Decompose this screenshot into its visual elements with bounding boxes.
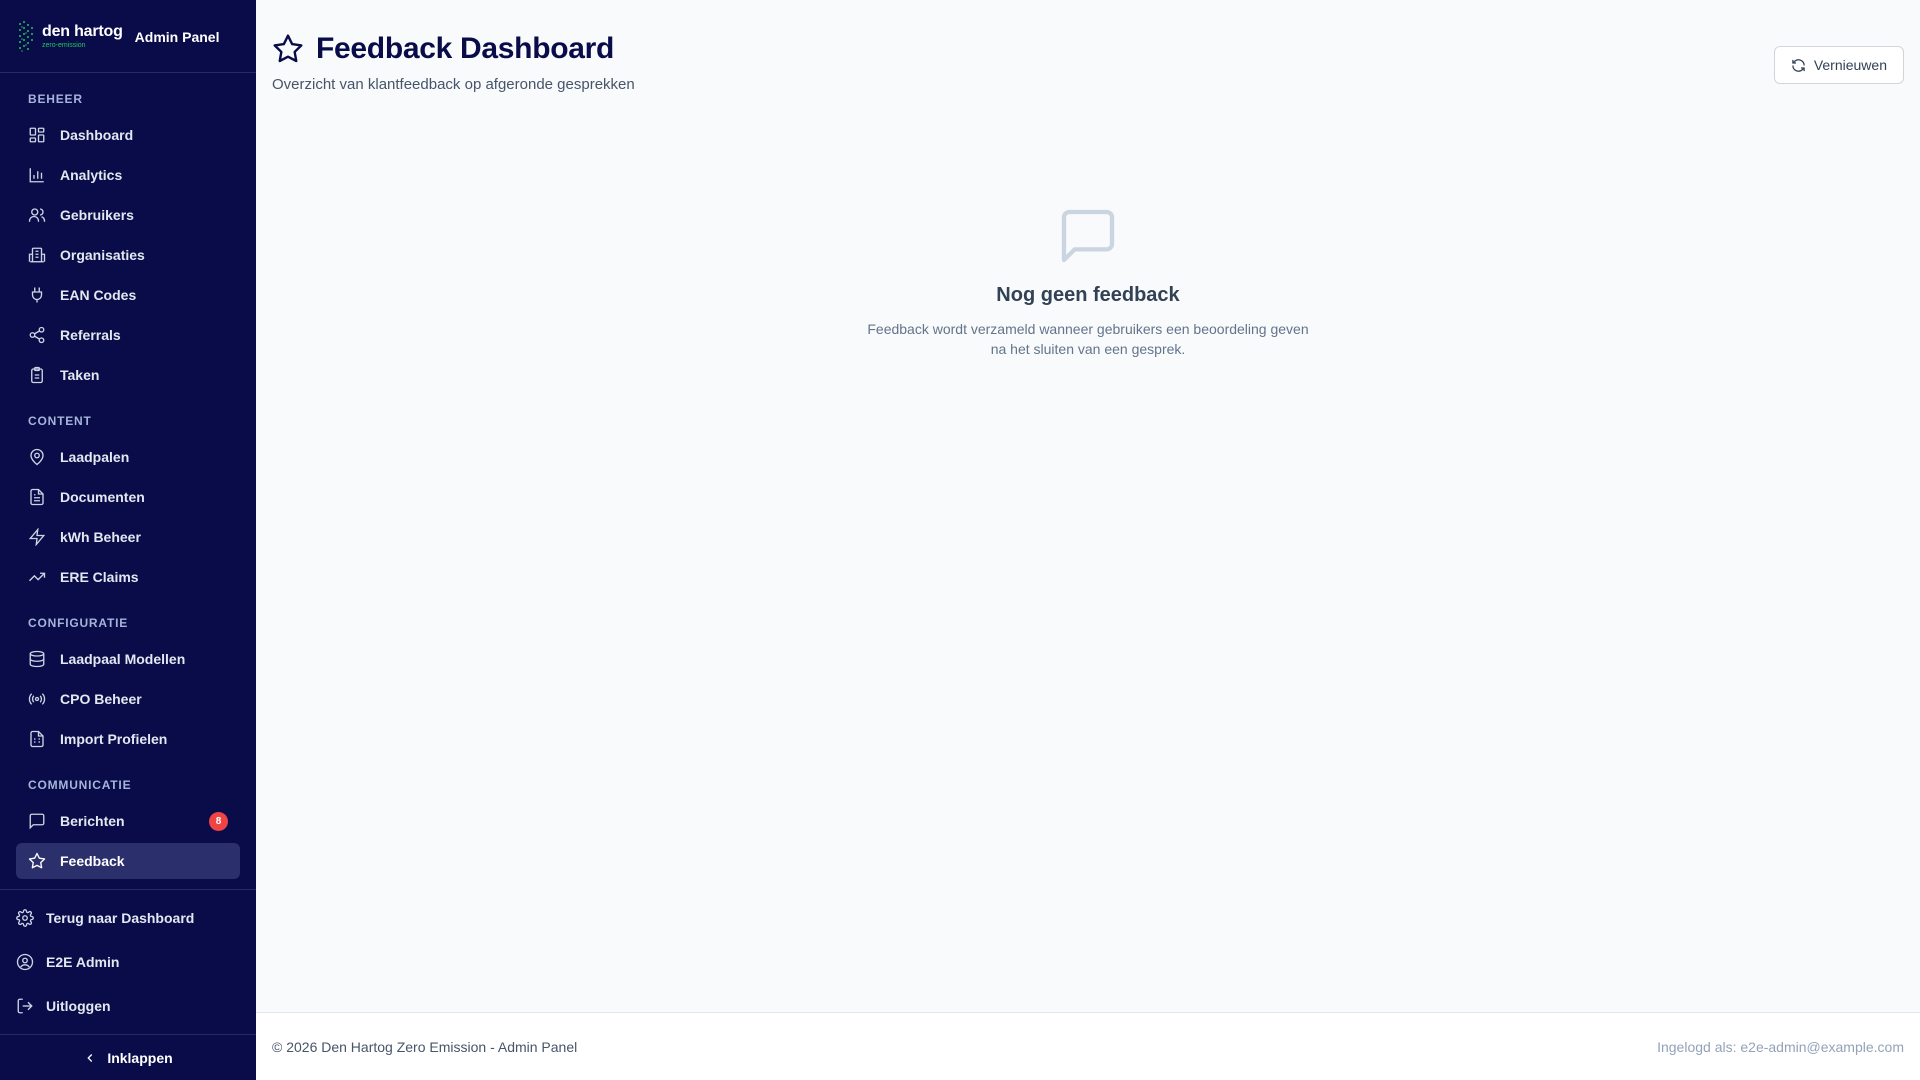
sidebar-item-label: Referrals xyxy=(60,327,121,343)
sidebar-item-ean-codes[interactable]: EAN Codes xyxy=(16,277,240,313)
users-icon xyxy=(28,208,46,222)
bar-chart-icon xyxy=(29,168,44,183)
collapse-label: Inklappen xyxy=(107,1049,173,1066)
refresh-button[interactable]: Vernieuwen xyxy=(1773,46,1904,84)
radio-icon xyxy=(28,693,46,705)
logged-in-text: Ingelogd als: e2e-admin@example.com xyxy=(1657,1038,1904,1055)
plug-icon xyxy=(31,287,43,303)
star-icon xyxy=(28,852,46,869)
nav-section-communicatie: COMMUNICATIE Berichten 8 Feedback xyxy=(16,775,240,879)
logout-icon xyxy=(17,998,33,1014)
sidebar-item-taken[interactable]: Taken xyxy=(16,357,240,393)
share-icon xyxy=(29,326,45,344)
clipboard-icon xyxy=(31,366,43,384)
sidebar-item-label: Gebruikers xyxy=(60,207,134,223)
sidebar-item-label: Laadpaal Modellen xyxy=(60,651,186,667)
chevron-left-icon xyxy=(87,1053,93,1062)
lightning-icon xyxy=(28,528,46,546)
sidebar-item-label: Taken xyxy=(60,367,100,383)
copyright-text: © 2026 Den Hartog Zero Emission - Admin … xyxy=(272,1038,578,1055)
user-name-label: E2E Admin xyxy=(46,954,120,970)
sidebar-item-organisaties[interactable]: Organisaties xyxy=(16,237,240,273)
sidebar-item-laadpalen[interactable]: Laadpalen xyxy=(16,439,240,475)
sidebar-item-cpo-beheer[interactable]: CPO Beheer xyxy=(16,681,240,717)
sidebar-footer: Terug naar Dashboard E2E Admin Uitloggen… xyxy=(0,889,256,1080)
sidebar-item-import-profielen[interactable]: Import Profielen xyxy=(16,721,240,757)
map-pin-icon xyxy=(30,448,44,466)
page-title: Feedback Dashboard xyxy=(316,32,615,65)
back-to-dashboard-label: Terug naar Dashboard xyxy=(46,910,195,926)
sidebar-item-referrals[interactable]: Referrals xyxy=(16,317,240,353)
building-icon xyxy=(28,247,46,263)
panel-title: Admin Panel xyxy=(134,29,220,45)
dashboard-grid-icon xyxy=(29,127,45,143)
nav-section-title: COMMUNICATIE xyxy=(28,778,132,792)
sidebar-item-label: Import Profielen xyxy=(60,731,168,747)
sidebar-item-label: Organisaties xyxy=(60,247,145,263)
logout-button[interactable]: Uitloggen xyxy=(0,984,256,1028)
logout-label: Uitloggen xyxy=(46,998,111,1014)
page-header: Feedback Dashboard Overzicht van klantfe… xyxy=(272,32,635,93)
sidebar-nav: BEHEER Dashboard Analytics Gebruikers Or… xyxy=(0,73,256,889)
refresh-icon xyxy=(1792,58,1805,72)
sidebar-item-label: EAN Codes xyxy=(60,287,137,303)
nav-section-configuratie: CONFIGURATIE Laadpaal Modellen CPO Behee… xyxy=(16,613,240,757)
logo-name: den hartog xyxy=(42,22,123,40)
sidebar-item-dashboard[interactable]: Dashboard xyxy=(16,117,240,153)
nav-section-title: BEHEER xyxy=(28,92,83,106)
star-icon xyxy=(273,34,303,63)
user-circle-icon xyxy=(16,953,34,971)
document-icon xyxy=(30,488,44,506)
logo[interactable]: den hartog zero-emission xyxy=(16,16,123,56)
empty-state-title: Nog geen feedback xyxy=(996,284,1180,306)
sidebar-item-label: Feedback xyxy=(60,853,125,869)
logo-mark-icon xyxy=(19,21,33,52)
page-footer: © 2026 Den Hartog Zero Emission - Admin … xyxy=(256,1012,1920,1080)
sidebar-item-label: CPO Beheer xyxy=(60,691,142,707)
brand-header: den hartog zero-emission Admin Panel xyxy=(0,0,256,73)
spreadsheet-icon xyxy=(30,730,44,748)
sidebar-item-gebruikers[interactable]: Gebruikers xyxy=(16,197,240,233)
message-icon xyxy=(29,813,45,830)
message-square-icon xyxy=(1061,209,1115,263)
sidebar-item-documenten[interactable]: Documenten xyxy=(16,479,240,515)
gear-icon xyxy=(16,909,34,927)
sidebar-item-label: Laadpalen xyxy=(60,449,130,465)
sidebar-item-ere-claims[interactable]: ERE Claims xyxy=(16,559,240,595)
sidebar-item-label: Analytics xyxy=(60,167,123,183)
collapse-sidebar-button[interactable]: Inklappen xyxy=(0,1034,256,1080)
sidebar-item-kwh-beheer[interactable]: kWh Beheer xyxy=(16,519,240,555)
sidebar-item-label: kWh Beheer xyxy=(60,529,141,545)
back-to-dashboard-link[interactable]: Terug naar Dashboard xyxy=(0,896,256,940)
nav-section-title: CONFIGURATIE xyxy=(28,616,129,630)
sidebar-item-feedback[interactable]: Feedback xyxy=(16,843,240,879)
nav-section-title: CONTENT xyxy=(28,414,92,428)
sidebar-item-berichten[interactable]: Berichten 8 xyxy=(16,803,240,839)
sidebar-item-laadpaal-modellen[interactable]: Laadpaal Modellen xyxy=(16,641,240,677)
sidebar-item-label: Documenten xyxy=(60,489,145,505)
empty-state-description: Feedback wordt verzameld wanneer gebruik… xyxy=(867,321,1309,357)
trending-up-icon xyxy=(29,572,46,582)
nav-section-beheer: BEHEER Dashboard Analytics Gebruikers Or… xyxy=(16,89,240,393)
page-subtitle: Overzicht van klantfeedback op afgeronde… xyxy=(272,76,635,93)
database-icon xyxy=(29,650,45,668)
refresh-label: Vernieuwen xyxy=(1813,57,1887,73)
sidebar-item-label: Berichten xyxy=(60,813,125,829)
main-content: Feedback Dashboard Overzicht van klantfe… xyxy=(256,0,1920,1080)
sidebar-item-label: Dashboard xyxy=(60,127,134,143)
sidebar-item-label: ERE Claims xyxy=(60,569,139,585)
empty-state: Nog geen feedback Feedback wordt verzame… xyxy=(256,204,1920,359)
logo-tagline: zero-emission xyxy=(42,41,86,49)
sidebar-item-analytics[interactable]: Analytics xyxy=(16,157,240,193)
user-profile-link[interactable]: E2E Admin xyxy=(0,940,256,984)
nav-section-content: CONTENT Laadpalen Documenten kWh Beheer … xyxy=(16,411,240,595)
sidebar: den hartog zero-emission Admin Panel BEH… xyxy=(0,0,256,1080)
unread-count-badge: 8 xyxy=(209,812,228,831)
